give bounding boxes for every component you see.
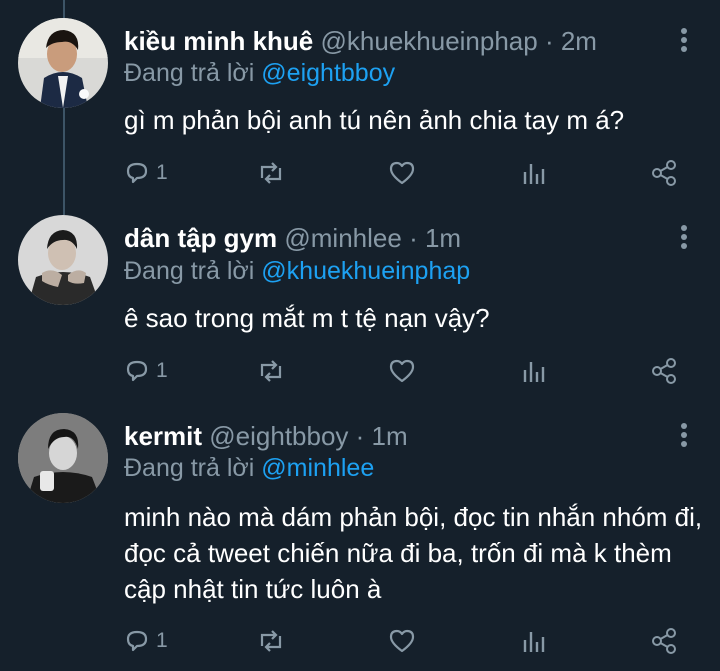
reply-mention-link[interactable]: @minhlee (261, 454, 374, 482)
replying-to: Đang trả lời @eightbboy (124, 59, 395, 88)
reply-button[interactable]: 1 (124, 356, 168, 386)
more-vertical-icon[interactable] (676, 26, 692, 56)
reply-button[interactable]: 1 (124, 626, 168, 656)
analytics-icon (523, 164, 545, 184)
analytics-button[interactable] (520, 158, 546, 188)
tweet-header: kiều minh khuê @khuekhueinphap · 2m (124, 26, 597, 57)
timestamp[interactable]: · 2m (545, 26, 597, 56)
replying-to-label: Đang trả lời (124, 59, 255, 87)
tweet-actions: 1 (124, 626, 684, 656)
tweet-actions: 1 (124, 158, 684, 188)
reply-count: 1 (156, 359, 168, 382)
reply-icon (126, 360, 148, 382)
timestamp[interactable]: · 1m (409, 223, 461, 253)
reply-mention-link[interactable]: @khuekhueinphap (261, 257, 470, 285)
tweet-header: kermit @eightbboy · 1m (124, 421, 408, 452)
replying-to: Đang trả lời @khuekhueinphap (124, 257, 470, 286)
like-button[interactable] (388, 158, 416, 188)
analytics-button[interactable] (520, 356, 546, 386)
like-button[interactable] (388, 626, 416, 656)
tweet-actions: 1 (124, 356, 684, 386)
avatar[interactable] (18, 413, 108, 503)
replying-to: Đang trả lời @minhlee (124, 454, 374, 483)
retweet-button[interactable] (256, 356, 286, 386)
heart-icon (389, 359, 415, 383)
display-name[interactable]: kermit (124, 421, 202, 451)
avatar[interactable] (18, 18, 108, 108)
analytics-icon (523, 362, 545, 382)
replying-to-label: Đang trả lời (124, 257, 255, 285)
reply-mention-link[interactable]: @eightbboy (261, 59, 395, 87)
retweet-button[interactable] (256, 158, 286, 188)
replying-to-label: Đang trả lời (124, 454, 255, 482)
reply-count: 1 (156, 629, 168, 652)
share-button[interactable] (650, 158, 678, 188)
share-icon (652, 160, 676, 186)
user-handle[interactable]: @eightbboy (209, 421, 348, 451)
retweet-icon (260, 360, 282, 382)
more-vertical-icon[interactable] (676, 223, 692, 253)
retweet-icon (260, 162, 282, 184)
analytics-icon (523, 632, 545, 652)
tweet-text: ê sao trong mắt m t tệ nạn vậy? (124, 303, 490, 333)
retweet-icon (260, 630, 282, 652)
avatar[interactable] (18, 215, 108, 305)
analytics-button[interactable] (520, 626, 546, 656)
heart-icon (389, 161, 415, 185)
like-button[interactable] (388, 356, 416, 386)
timestamp[interactable]: · 1m (356, 421, 408, 451)
display-name[interactable]: kiều minh khuê (124, 26, 313, 56)
tweet-header: dân tập gym @minhlee · 1m (124, 223, 461, 254)
reply-icon (126, 630, 148, 652)
share-button[interactable] (650, 356, 678, 386)
display-name[interactable]: dân tập gym (124, 223, 277, 253)
reply-count: 1 (156, 161, 168, 184)
share-button[interactable] (650, 626, 678, 656)
heart-icon (389, 629, 415, 653)
tweet-text: minh nào mà dám phản bội, đọc tin nhắn n… (124, 502, 703, 604)
retweet-button[interactable] (256, 626, 286, 656)
share-icon (652, 628, 676, 654)
reply-button[interactable]: 1 (124, 158, 168, 188)
more-vertical-icon[interactable] (676, 421, 692, 451)
tweet-text: gì m phản bội anh tú nên ảnh chia tay m … (124, 105, 625, 135)
user-handle[interactable]: @khuekhueinphap (321, 26, 538, 56)
share-icon (652, 358, 676, 384)
user-handle[interactable]: @minhlee (284, 223, 401, 253)
reply-icon (126, 162, 148, 184)
